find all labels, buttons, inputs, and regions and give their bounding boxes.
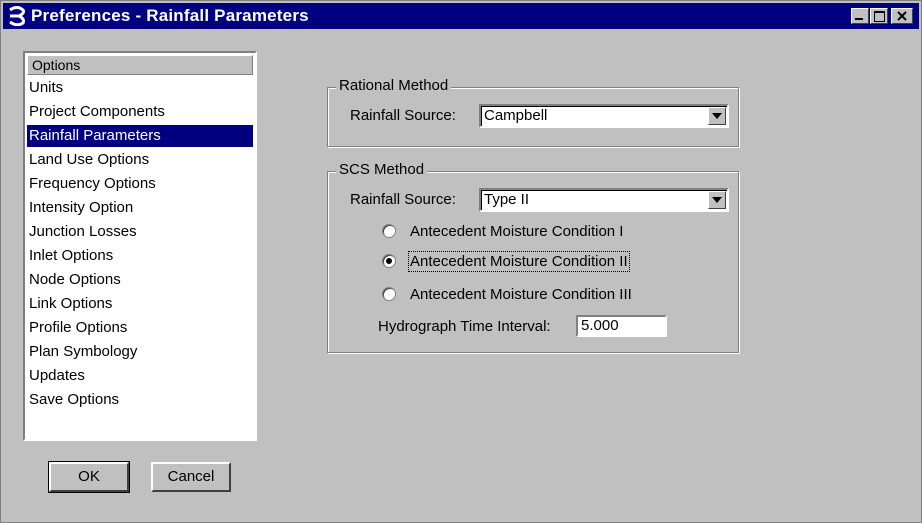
close-icon	[897, 11, 907, 21]
maximize-button[interactable]	[870, 8, 888, 24]
rational-method-label: Rational Method	[336, 77, 452, 94]
minimize-icon	[855, 18, 863, 20]
options-item-profile-options[interactable]: Profile Options	[27, 317, 253, 339]
minimize-button[interactable]	[851, 8, 869, 24]
app-logo-icon	[9, 6, 25, 26]
scs-rainfall-source-label: Rainfall Source:	[350, 191, 456, 208]
options-item-node-options[interactable]: Node Options	[27, 269, 253, 291]
options-item-plan-symbology[interactable]: Plan Symbology	[27, 341, 253, 363]
title-bar[interactable]: Preferences - Rainfall Parameters	[3, 3, 919, 29]
scs-rainfall-source-dropdown[interactable]: Type II	[479, 188, 729, 212]
radio-selected-dot	[386, 258, 392, 264]
options-list[interactable]: Options Units Project Components Rainfal…	[23, 51, 257, 441]
maximize-icon	[874, 11, 885, 22]
amc-i-radio[interactable]	[382, 224, 396, 238]
options-item-link-options[interactable]: Link Options	[27, 293, 253, 315]
amc-ii-radio[interactable]	[382, 254, 396, 268]
window-title: Preferences - Rainfall Parameters	[31, 6, 309, 25]
options-item-units[interactable]: Units	[27, 77, 253, 99]
amc-i-label[interactable]: Antecedent Moisture Condition I	[410, 223, 623, 240]
options-item-land-use-options[interactable]: Land Use Options	[27, 149, 253, 171]
options-item-save-options[interactable]: Save Options	[27, 389, 253, 411]
options-item-updates[interactable]: Updates	[27, 365, 253, 387]
close-button[interactable]	[891, 8, 913, 24]
amc-iii-radio[interactable]	[382, 287, 396, 301]
options-list-header: Options	[27, 55, 253, 75]
amc-ii-label[interactable]: Antecedent Moisture Condition II	[408, 251, 630, 272]
rational-rainfall-source-label: Rainfall Source:	[350, 107, 456, 124]
amc-iii-label[interactable]: Antecedent Moisture Condition III	[410, 286, 632, 303]
ok-button[interactable]: OK	[48, 461, 130, 493]
chevron-down-icon[interactable]	[708, 191, 726, 209]
options-item-inlet-options[interactable]: Inlet Options	[27, 245, 253, 267]
hydrograph-interval-label: Hydrograph Time Interval:	[378, 318, 551, 335]
scs-method-label: SCS Method	[336, 161, 428, 178]
rational-rainfall-source-value: Campbell	[484, 107, 548, 124]
options-item-frequency-options[interactable]: Frequency Options	[27, 173, 253, 195]
scs-rainfall-source-value: Type II	[484, 191, 530, 208]
chevron-down-icon[interactable]	[708, 107, 726, 125]
preferences-window: Preferences - Rainfall Parameters Option…	[0, 0, 922, 523]
options-item-rainfall-parameters[interactable]: Rainfall Parameters	[27, 125, 253, 147]
options-item-junction-losses[interactable]: Junction Losses	[27, 221, 253, 243]
options-item-intensity-option[interactable]: Intensity Option	[27, 197, 253, 219]
cancel-button[interactable]: Cancel	[151, 462, 231, 492]
rational-rainfall-source-dropdown[interactable]: Campbell	[479, 104, 729, 128]
hydrograph-interval-input[interactable]: 5.000	[576, 315, 667, 337]
options-item-project-components[interactable]: Project Components	[27, 101, 253, 123]
